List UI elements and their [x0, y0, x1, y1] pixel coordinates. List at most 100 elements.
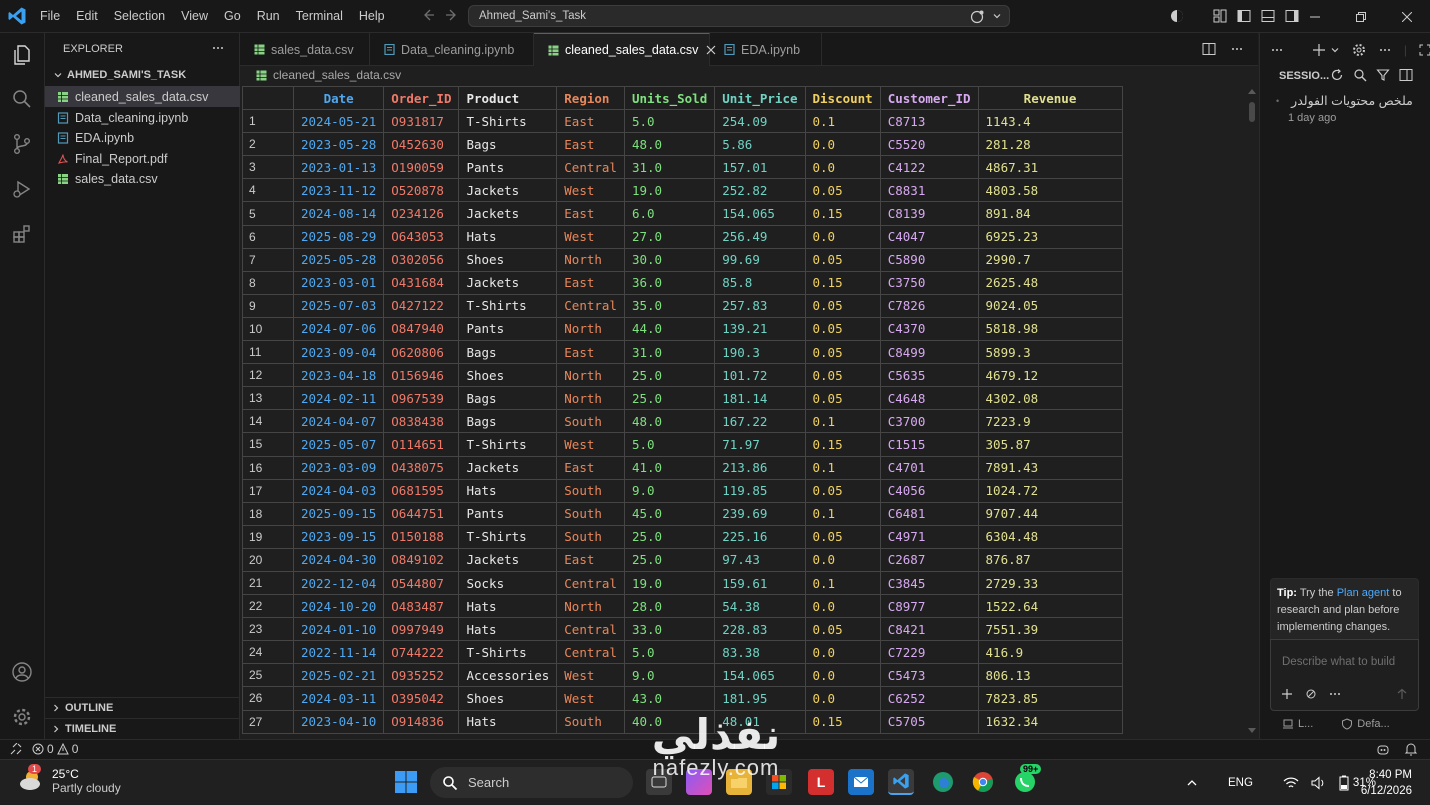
- cell-revenue[interactable]: 876.87: [977, 547, 1123, 572]
- battery-icon[interactable]: [1339, 775, 1349, 791]
- cell-date[interactable]: 2023-03-01: [292, 270, 385, 295]
- cell-date[interactable]: 2024-07-06: [292, 316, 385, 342]
- language-indicator[interactable]: ENG: [1228, 777, 1253, 789]
- toggle-primary-sidebar-icon[interactable]: [1236, 8, 1252, 24]
- cell-date[interactable]: 2025-02-21: [292, 663, 385, 688]
- cell-revenue[interactable]: 7551.39: [977, 617, 1123, 642]
- column-header-product[interactable]: Product: [458, 86, 558, 111]
- cell-region[interactable]: West: [556, 686, 625, 711]
- cell-unit-price[interactable]: 85.8: [714, 270, 806, 295]
- row-index[interactable]: 7: [242, 247, 294, 272]
- cell-region[interactable]: South: [556, 709, 625, 734]
- cell-discount[interactable]: 0.1: [804, 109, 881, 134]
- cell-region[interactable]: North: [556, 386, 625, 411]
- cell-units-sold[interactable]: 19.0: [623, 178, 716, 203]
- cell-customer-id[interactable]: C2687: [879, 547, 979, 572]
- cell-region[interactable]: North: [556, 594, 625, 619]
- cell-order-id[interactable]: O967539: [383, 386, 460, 411]
- cell-order-id[interactable]: O156946: [383, 363, 460, 388]
- cell-region[interactable]: West: [556, 178, 625, 203]
- cell-revenue[interactable]: 9024.05: [977, 293, 1123, 318]
- minimize-icon[interactable]: [1292, 0, 1338, 33]
- cell-order-id[interactable]: O483487: [383, 594, 460, 619]
- cell-date[interactable]: 2023-01-13: [292, 155, 385, 180]
- cell-units-sold[interactable]: 25.0: [623, 363, 716, 388]
- cell-customer-id[interactable]: C5890: [879, 247, 979, 272]
- cell-discount[interactable]: 0.0: [804, 155, 881, 180]
- row-index[interactable]: 25: [242, 663, 294, 688]
- cell-customer-id[interactable]: C3845: [879, 570, 979, 596]
- cell-units-sold[interactable]: 41.0: [623, 455, 716, 480]
- cell-region[interactable]: East: [556, 340, 625, 365]
- remote-icon[interactable]: [10, 743, 22, 755]
- column-header-unit-price[interactable]: Unit_Price: [714, 86, 806, 111]
- cell-date[interactable]: 2022-12-04: [292, 570, 385, 596]
- vertical-scrollbar[interactable]: [1246, 86, 1258, 738]
- cell-date[interactable]: 2025-09-15: [292, 501, 385, 526]
- cell-region[interactable]: West: [556, 432, 625, 457]
- cell-units-sold[interactable]: 31.0: [623, 155, 716, 180]
- cell-product[interactable]: Socks: [458, 570, 558, 596]
- source-control-icon[interactable]: [10, 132, 34, 156]
- cell-order-id[interactable]: O931817: [383, 109, 460, 134]
- menu-run[interactable]: Run: [249, 0, 288, 33]
- cell-discount[interactable]: 0.15: [804, 432, 881, 457]
- cell-discount[interactable]: 0.05: [804, 617, 881, 642]
- cell-date[interactable]: 2025-05-07: [292, 432, 385, 457]
- weather-widget[interactable]: 1 25°C Partly cloudy: [18, 764, 121, 795]
- menu-edit[interactable]: Edit: [68, 0, 106, 33]
- cell-region[interactable]: Central: [556, 570, 625, 596]
- cell-discount[interactable]: 0.1: [804, 570, 881, 596]
- cell-date[interactable]: 2024-04-07: [292, 409, 385, 434]
- column-header-units-sold[interactable]: Units_Sold: [623, 86, 716, 111]
- cell-customer-id[interactable]: C4370: [879, 316, 979, 342]
- column-header-region[interactable]: Region: [556, 86, 625, 111]
- cell-units-sold[interactable]: 9.0: [623, 478, 716, 503]
- menu-help[interactable]: Help: [351, 0, 393, 33]
- cell-unit-price[interactable]: 139.21: [714, 316, 806, 342]
- cell-date[interactable]: 2025-08-29: [292, 224, 385, 249]
- cell-unit-price[interactable]: 154.065: [714, 201, 806, 226]
- cell-unit-price[interactable]: 256.49: [714, 224, 806, 249]
- cell-revenue[interactable]: 2625.48: [977, 270, 1123, 295]
- cell-discount[interactable]: 0.1: [804, 455, 881, 480]
- copilot-icon[interactable]: [969, 9, 985, 25]
- menu-go[interactable]: Go: [216, 0, 249, 33]
- more-actions-icon[interactable]: [1230, 42, 1244, 56]
- row-index[interactable]: 26: [242, 686, 294, 711]
- cell-revenue[interactable]: 891.84: [977, 201, 1123, 226]
- file-eda[interactable]: EDA.ipynb: [45, 127, 240, 148]
- explorer-files-icon[interactable]: [10, 43, 34, 67]
- file-explorer-icon[interactable]: [726, 769, 752, 795]
- cell-unit-price[interactable]: 159.61: [714, 570, 806, 596]
- close-icon[interactable]: [1384, 0, 1430, 33]
- file-sales-data[interactable]: sales_data.csv: [45, 168, 240, 189]
- cell-unit-price[interactable]: 257.83: [714, 293, 806, 318]
- column-header-discount[interactable]: Discount: [804, 86, 881, 111]
- chat-mode-selector[interactable]: L...: [1282, 718, 1313, 730]
- letter-l-app-icon[interactable]: L: [808, 769, 834, 795]
- cell-discount[interactable]: 0.15: [804, 709, 881, 734]
- cell-unit-price[interactable]: 167.22: [714, 409, 806, 434]
- cell-product[interactable]: T-Shirts: [458, 109, 558, 134]
- taskbar-clock[interactable]: 8:40 PM 6/12/2026: [1361, 767, 1412, 799]
- cell-customer-id[interactable]: C1515: [879, 432, 979, 457]
- whatsapp-icon[interactable]: 99+: [1012, 764, 1042, 795]
- csv-data-grid[interactable]: Date Order_ID Product Region Units_Sold Unit_…: [242, 86, 1242, 738]
- split-editor-icon[interactable]: [1202, 42, 1216, 56]
- edge-browser-icon[interactable]: [930, 769, 956, 795]
- row-index[interactable]: 18: [242, 501, 294, 526]
- cell-unit-price[interactable]: 5.86: [714, 132, 806, 157]
- cell-date[interactable]: 2024-02-11: [292, 386, 385, 411]
- cell-order-id[interactable]: O544807: [383, 570, 460, 596]
- column-header-order-id[interactable]: Order_ID: [383, 86, 460, 111]
- cell-customer-id[interactable]: C4648: [879, 386, 979, 411]
- cell-order-id[interactable]: O431684: [383, 270, 460, 295]
- cell-order-id[interactable]: O427122: [383, 293, 460, 318]
- tab-cleaned-sales-data[interactable]: cleaned_sales_data.csv: [534, 33, 716, 66]
- cell-order-id[interactable]: O190059: [383, 155, 460, 180]
- cell-order-id[interactable]: O234126: [383, 201, 460, 226]
- cell-customer-id[interactable]: C5520: [879, 132, 979, 157]
- cell-revenue[interactable]: 806.13: [977, 663, 1123, 688]
- cell-order-id[interactable]: O395042: [383, 686, 460, 711]
